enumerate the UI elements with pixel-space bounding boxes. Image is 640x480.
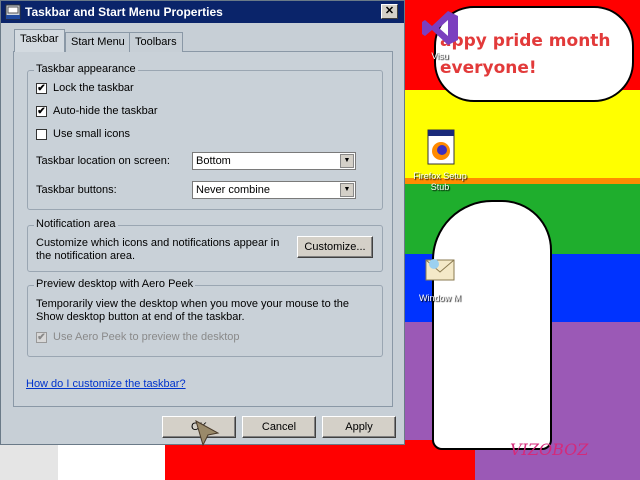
desktop-icon-windows-mail[interactable]: Window M: [405, 250, 475, 304]
chevron-down-icon[interactable]: ▼: [340, 154, 354, 168]
mouse-cursor-icon: [195, 419, 220, 447]
desktop-icon-label: Firefox Setup Stub: [413, 171, 467, 192]
close-icon: ✕: [384, 5, 395, 17]
desktop-icon-firefox-setup[interactable]: Firefox Setup Stub: [405, 128, 475, 193]
taskbar-buttons-label: Taskbar buttons:: [36, 184, 117, 196]
chevron-down-icon[interactable]: ▼: [340, 183, 354, 197]
aero-peek-description: Temporarily view the desktop when you mo…: [36, 298, 350, 323]
taskbar-location-label: Taskbar location on screen:: [36, 155, 170, 167]
windows-mail-icon: [425, 259, 455, 281]
taskbar-buttons-select[interactable]: Never combine ▼: [192, 181, 356, 199]
taskbar-buttons-value: Never combine: [196, 184, 270, 196]
small-icons-checkbox[interactable]: [36, 129, 47, 140]
checkbox-label: Auto-hide the taskbar: [53, 105, 158, 117]
visual-studio-icon: [422, 11, 458, 45]
tab-toolbars[interactable]: Toolbars: [129, 32, 183, 52]
group-title: Notification area: [34, 218, 118, 230]
taskbar-location-value: Bottom: [196, 155, 231, 167]
lock-taskbar-checkbox[interactable]: ✔: [36, 83, 47, 94]
tab-start-menu[interactable]: Start Menu: [65, 32, 131, 52]
taskbar-settings-icon: [5, 4, 21, 20]
desktop-icon-visual-studio[interactable]: Visu: [405, 8, 475, 62]
signature-text: VIZOBOZ: [510, 440, 589, 459]
customize-button[interactable]: Customize...: [297, 236, 373, 258]
apply-button[interactable]: Apply: [322, 416, 396, 438]
dialog-titlebar[interactable]: Taskbar and Start Menu Properties ✕: [1, 1, 404, 23]
group-title: Preview desktop with Aero Peek: [34, 278, 196, 290]
tab-taskbar[interactable]: Taskbar: [14, 29, 65, 52]
drawn-figure: [432, 200, 552, 450]
checkbox-label: Use Aero Peek to preview the desktop: [53, 331, 240, 343]
close-button[interactable]: ✕: [381, 4, 398, 19]
taskbar-location-select[interactable]: Bottom ▼: [192, 152, 356, 170]
help-link[interactable]: How do I customize the taskbar?: [26, 378, 186, 390]
autohide-taskbar-checkbox[interactable]: ✔: [36, 106, 47, 117]
cancel-button[interactable]: Cancel: [242, 416, 316, 438]
taskbar-properties-dialog: Taskbar and Start Menu Properties ✕ Task…: [0, 0, 405, 447]
checkbox-label: Lock the taskbar: [53, 82, 134, 94]
bottom-white-patch: [58, 440, 166, 480]
checkbox-label: Use small icons: [53, 128, 131, 140]
group-title: Taskbar appearance: [34, 63, 138, 75]
desktop-icon-label: Window M: [418, 293, 461, 303]
aero-peek-checkbox: ✔: [36, 332, 47, 343]
dialog-title: Taskbar and Start Menu Properties: [25, 5, 223, 19]
firefox-setup-icon: [427, 129, 455, 165]
desktop-icon-label: Visu: [431, 51, 449, 61]
notification-description: Customize which icons and notifications …: [36, 237, 280, 262]
